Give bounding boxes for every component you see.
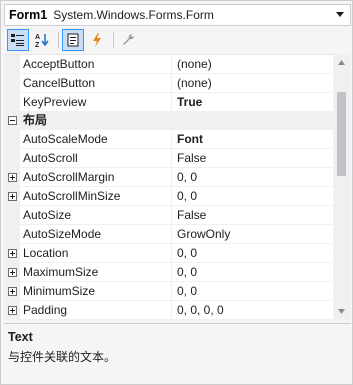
- property-value[interactable]: (none): [172, 74, 212, 93]
- expand-icon[interactable]: [7, 248, 17, 258]
- vertical-scrollbar[interactable]: [333, 54, 350, 320]
- row-gutter: [4, 300, 20, 320]
- property-row[interactable]: AutoScaleMode Font: [4, 129, 333, 149]
- property-name: Padding: [20, 300, 172, 320]
- property-row[interactable]: Location 0, 0: [4, 243, 333, 263]
- property-name: KeyPreview: [20, 92, 172, 112]
- property-row[interactable]: MaximumSize 0, 0: [4, 262, 333, 282]
- properties-icon: [67, 33, 79, 47]
- property-name: CancelButton: [20, 73, 172, 93]
- row-gutter: [4, 73, 20, 93]
- toolbar-separator: [113, 32, 114, 48]
- property-value[interactable]: (none): [172, 55, 212, 74]
- property-pages-button[interactable]: [117, 29, 139, 51]
- category-label: 布局: [23, 113, 48, 127]
- svg-text:A: A: [35, 34, 40, 41]
- property-name: AutoScroll: [20, 148, 172, 168]
- description-title: Text: [8, 330, 33, 344]
- property-value[interactable]: 0, 0: [172, 187, 197, 206]
- property-row[interactable]: MinimumSize 0, 0: [4, 281, 333, 301]
- property-value[interactable]: False: [172, 149, 206, 168]
- expand-icon[interactable]: [7, 267, 17, 277]
- property-name: AutoScrollMargin: [20, 167, 172, 187]
- row-gutter: [4, 243, 20, 263]
- property-row[interactable]: AutoScrollMargin 0, 0: [4, 167, 333, 187]
- alphabetical-button[interactable]: A Z: [31, 29, 53, 51]
- property-row[interactable]: AutoSizeMode GrowOnly: [4, 224, 333, 244]
- property-value[interactable]: 0, 0: [172, 282, 197, 301]
- row-gutter: [4, 148, 20, 168]
- property-value[interactable]: 0, 0: [172, 263, 197, 282]
- categorized-icon: [11, 34, 24, 46]
- description-text: 与控件关联的文本。: [8, 350, 117, 364]
- property-value[interactable]: Font: [172, 130, 203, 149]
- chevron-down-icon[interactable]: [334, 8, 346, 22]
- row-gutter: [4, 205, 20, 225]
- categorized-button[interactable]: [7, 29, 29, 51]
- property-row[interactable]: AutoScroll False: [4, 148, 333, 168]
- properties-button[interactable]: [62, 29, 84, 51]
- property-value[interactable]: 0, 0, 0, 0: [172, 301, 224, 320]
- row-gutter: [4, 129, 20, 149]
- property-value[interactable]: True: [172, 93, 202, 112]
- row-gutter: [4, 224, 20, 244]
- property-grid: AcceptButton (none) CancelButton (none) KeyP…: [4, 54, 333, 320]
- property-row[interactable]: AutoSize False: [4, 205, 333, 225]
- property-row[interactable]: CancelButton (none): [4, 73, 333, 93]
- row-gutter: [4, 55, 20, 74]
- object-type: System.Windows.Forms.Form: [53, 8, 214, 22]
- svg-text:Z: Z: [35, 42, 40, 48]
- property-row[interactable]: AcceptButton (none): [4, 55, 333, 74]
- property-value[interactable]: False: [172, 206, 206, 225]
- property-value[interactable]: 0, 0: [172, 168, 197, 187]
- row-gutter: [4, 262, 20, 282]
- property-name: Location: [20, 243, 172, 263]
- events-button[interactable]: [86, 29, 108, 51]
- row-gutter: [4, 92, 20, 112]
- property-value[interactable]: 0, 0: [172, 244, 197, 263]
- property-row[interactable]: Padding 0, 0, 0, 0: [4, 300, 333, 320]
- row-gutter: [4, 281, 20, 301]
- object-selector[interactable]: Form1 System.Windows.Forms.Form: [4, 4, 351, 26]
- property-name: AutoSizeMode: [20, 224, 172, 244]
- object-name: Form1: [9, 8, 48, 22]
- scroll-down-icon[interactable]: [333, 303, 350, 320]
- expand-icon[interactable]: [7, 286, 17, 296]
- row-gutter: [4, 111, 20, 130]
- properties-panel: Form1 System.Windows.Forms.Form A Z Acce…: [0, 0, 353, 385]
- toolbar: A Z: [4, 28, 351, 52]
- row-gutter: [4, 186, 20, 206]
- wrench-icon: [123, 33, 135, 45]
- events-icon: [93, 33, 101, 47]
- property-name: AutoScaleMode: [20, 129, 172, 149]
- property-name: AutoScrollMinSize: [20, 186, 172, 206]
- property-row[interactable]: AutoScrollMinSize 0, 0: [4, 186, 333, 206]
- alphabetical-icon: A Z: [35, 34, 49, 48]
- expand-icon[interactable]: [7, 172, 17, 182]
- collapse-icon[interactable]: [7, 116, 17, 125]
- property-name: AcceptButton: [20, 55, 172, 74]
- toolbar-separator: [58, 32, 59, 48]
- property-name: MaximumSize: [20, 262, 172, 282]
- description-pane: Text 与控件关联的文本。: [4, 323, 351, 381]
- property-row[interactable]: KeyPreview True: [4, 92, 333, 112]
- property-name: AutoSize: [20, 205, 172, 225]
- category-row[interactable]: 布局: [4, 111, 333, 130]
- scrollbar-thumb[interactable]: [337, 92, 346, 176]
- scroll-up-icon[interactable]: [333, 54, 350, 71]
- expand-icon[interactable]: [7, 305, 17, 315]
- expand-icon[interactable]: [7, 191, 17, 201]
- property-name: MinimumSize: [20, 281, 172, 301]
- row-gutter: [4, 167, 20, 187]
- property-value[interactable]: GrowOnly: [172, 225, 230, 244]
